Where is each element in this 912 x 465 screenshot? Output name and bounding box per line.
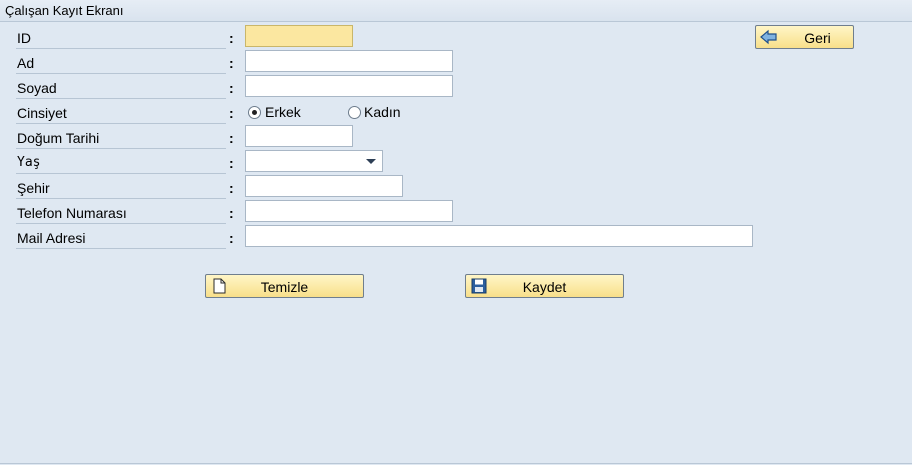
dogum-tarihi-field[interactable]: [245, 125, 353, 147]
radio-kadin-label[interactable]: Kadın: [364, 104, 401, 120]
yas-dropdown[interactable]: [245, 150, 383, 172]
window-title: Çalışan Kayıt Ekranı: [5, 3, 124, 18]
radio-selected-dot: [252, 110, 257, 115]
colon: :: [229, 230, 234, 246]
ad-field[interactable]: [245, 50, 453, 72]
id-field[interactable]: [245, 25, 353, 47]
label-yas: Yaş: [16, 151, 226, 174]
temizle-button[interactable]: Temizle: [205, 274, 364, 298]
colon: :: [229, 155, 234, 171]
label-dogum-tarihi: Doğum Tarihi: [16, 126, 226, 149]
mail-field[interactable]: [245, 225, 753, 247]
label-mail: Mail Adresi: [16, 226, 226, 249]
colon: :: [229, 180, 234, 196]
colon: :: [229, 205, 234, 221]
sehir-field[interactable]: [245, 175, 403, 197]
label-soyad: Soyad: [16, 76, 226, 99]
colon: :: [229, 55, 234, 71]
chevron-down-icon[interactable]: [366, 159, 376, 164]
radio-erkek-label[interactable]: Erkek: [265, 104, 301, 120]
temizle-button-label: Temizle: [260, 279, 309, 295]
radio-kadin[interactable]: [348, 106, 361, 119]
kaydet-button[interactable]: Kaydet: [465, 274, 624, 298]
label-id: ID: [16, 26, 226, 49]
geri-button[interactable]: Geri: [755, 25, 854, 49]
label-telefon: Telefon Numarası: [16, 201, 226, 224]
soyad-field[interactable]: [245, 75, 453, 97]
colon: :: [229, 80, 234, 96]
telefon-field[interactable]: [245, 200, 453, 222]
bottom-divider: [0, 463, 912, 464]
label-ad: Ad: [16, 51, 226, 74]
radio-erkek[interactable]: [248, 106, 261, 119]
window-titlebar: Çalışan Kayıt Ekranı: [0, 0, 912, 22]
colon: :: [229, 30, 234, 46]
label-sehir: Şehir: [16, 176, 226, 199]
kaydet-button-label: Kaydet: [522, 279, 567, 295]
colon: :: [229, 105, 234, 121]
colon: :: [229, 130, 234, 146]
label-cinsiyet: Cinsiyet: [16, 101, 226, 124]
geri-button-label: Geri: [804, 30, 831, 46]
